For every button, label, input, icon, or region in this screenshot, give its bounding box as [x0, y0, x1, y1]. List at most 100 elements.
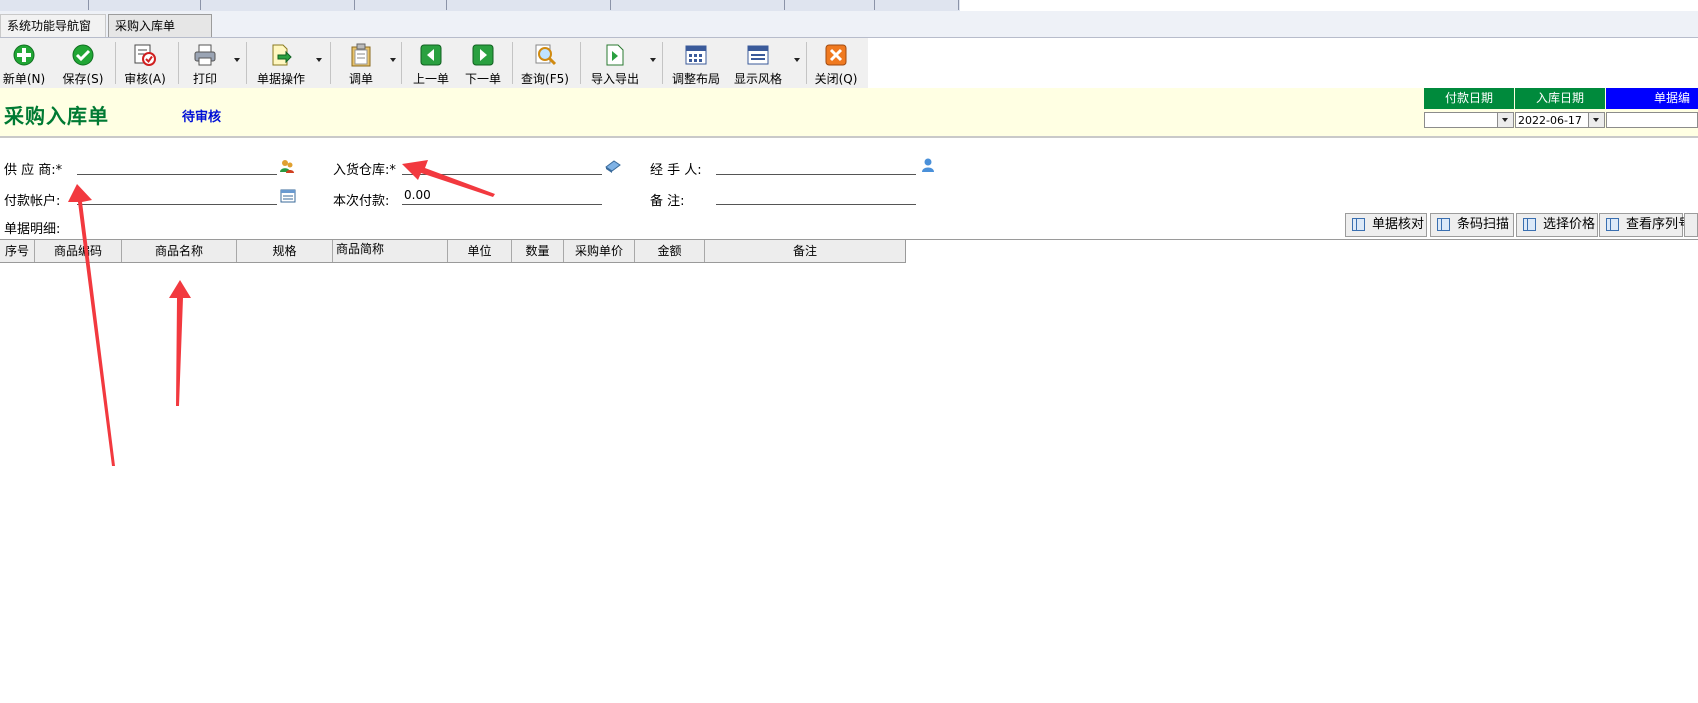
account-input[interactable] [77, 186, 277, 205]
receipt-date-value: 2022-06-17 [1518, 114, 1582, 127]
import-export-icon [606, 44, 624, 66]
column-header-quantity[interactable]: 数量 [512, 240, 564, 262]
printer-icon [194, 44, 216, 66]
next-button[interactable]: 下一单 [460, 40, 506, 86]
display-style-button[interactable]: 显示风格 [730, 40, 786, 86]
grid-icon [1352, 218, 1365, 231]
receipt-date-field[interactable]: 2022-06-17 [1515, 112, 1605, 128]
arrow-right-icon [472, 44, 494, 66]
account-picker-icon[interactable] [280, 188, 296, 204]
document-number-header: 单据编号 [1606, 88, 1698, 126]
required-mark: * [55, 163, 63, 178]
print-dropdown-icon[interactable] [234, 58, 240, 62]
adjust-layout-button[interactable]: 调整布局 [668, 40, 724, 86]
display-style-dropdown-icon[interactable] [794, 58, 800, 62]
query-button[interactable]: 查询(F5) [518, 40, 572, 86]
clipboard-icon [351, 43, 371, 67]
toolbar-separator [580, 42, 581, 84]
toolbar-separator [115, 42, 116, 84]
column-header-amount[interactable]: 金额 [635, 240, 705, 262]
column-header-index[interactable]: 序号 [0, 240, 35, 262]
receipt-date-dropdown-icon[interactable] [1588, 113, 1604, 127]
handler-input[interactable] [716, 156, 916, 175]
query-button-label: 查询(F5) [521, 72, 569, 86]
print-button-label: 打印 [192, 72, 217, 86]
save-button[interactable]: 保存(S) [58, 40, 108, 86]
next-button-label: 下一单 [464, 72, 501, 86]
close-x-icon [825, 44, 847, 66]
document-operations-button[interactable]: 单据操作 [252, 40, 310, 86]
adjust-layout-label: 调整布局 [671, 72, 720, 86]
previous-button[interactable]: 上一单 [408, 40, 454, 86]
new-button[interactable]: 新单(N) [0, 40, 48, 86]
annotation-arrow [68, 184, 115, 466]
supplier-picker-icon[interactable] [279, 158, 295, 174]
page-title: 采购入库单 [4, 104, 109, 128]
import-export-dropdown-icon[interactable] [650, 58, 656, 62]
payment-date-dropdown-icon[interactable] [1497, 113, 1513, 127]
payment-label: 本次付款: [333, 194, 390, 209]
check-circle-icon [72, 44, 94, 66]
barcode-scan-button[interactable]: 条码扫描 [1430, 213, 1514, 237]
column-header-spec[interactable]: 规格 [237, 240, 333, 262]
new-button-label: 新单(N) [2, 72, 46, 86]
warehouse-picker-icon[interactable] [605, 158, 621, 174]
display-style-label: 显示风格 [733, 72, 782, 86]
column-header-unit[interactable]: 单位 [448, 240, 512, 262]
document-check-button[interactable]: 单据核对 [1345, 213, 1427, 237]
payment-input[interactable] [402, 186, 602, 205]
top-strip-divider [874, 0, 875, 10]
payment-date-field[interactable] [1424, 112, 1514, 128]
payment-date-header: 付款日期 [1424, 88, 1514, 109]
toolbar: 新单(N) 保存(S) 审核(A) 打印 单据操作 调单 上一单 下一单 查询(… [0, 38, 868, 89]
annotation-arrow [169, 280, 191, 406]
select-price-label: 选择价格 [1543, 217, 1596, 232]
transfer-button-label: 调单 [348, 72, 373, 86]
column-header-remark[interactable]: 备注 [705, 240, 905, 262]
tab-navigation[interactable]: 系统功能导航窗 [0, 14, 106, 37]
approve-button[interactable]: 审核(A) [120, 40, 170, 86]
top-strip-divider [200, 0, 201, 10]
column-header-short-name[interactable]: 商品简称 [333, 240, 448, 262]
detail-label: 单据明细: [4, 222, 61, 237]
top-strip-divider [610, 0, 611, 10]
document-operations-dropdown-icon[interactable] [316, 58, 322, 62]
status-badge: 待审核 [182, 110, 222, 125]
warehouse-label: 入货仓库:* [333, 163, 396, 178]
warehouse-input[interactable] [402, 156, 602, 175]
grid-icon [1606, 218, 1619, 231]
handler-picker-icon[interactable] [920, 157, 936, 173]
view-serial-label: 查看序列号 [1626, 217, 1692, 232]
document-operations-label: 单据操作 [256, 72, 305, 86]
save-button-label: 保存(S) [62, 72, 104, 86]
transfer-button[interactable]: 调单 [340, 40, 382, 86]
column-header-unit-price[interactable]: 采购单价 [564, 240, 635, 262]
more-detail-button[interactable] [1684, 213, 1698, 237]
print-button[interactable]: 打印 [184, 40, 226, 86]
document-number-field[interactable] [1606, 112, 1698, 128]
toolbar-separator [806, 42, 807, 84]
receipt-date-header: 入库日期 [1515, 88, 1605, 109]
select-price-button[interactable]: 选择价格 [1516, 213, 1598, 237]
top-strip-divider [88, 0, 89, 10]
supplier-input[interactable] [77, 156, 277, 175]
column-header-product-code[interactable]: 商品编码 [35, 240, 122, 262]
top-strip-divider [354, 0, 355, 10]
remark-input[interactable] [716, 186, 916, 205]
column-header-product-name[interactable]: 商品名称 [122, 240, 237, 262]
close-button-label: 关闭(Q) [814, 72, 858, 86]
required-mark: * [389, 163, 396, 178]
toolbar-separator [246, 42, 247, 84]
import-export-button[interactable]: 导入导出 [586, 40, 644, 86]
handler-label: 经 手 人: [650, 163, 702, 178]
grid-icon [1437, 218, 1450, 231]
grid-header: 序号 商品编码 商品名称 规格 商品简称 单位 数量 采购单价 金额 备注 [0, 240, 906, 263]
toolbar-separator [401, 42, 402, 84]
close-button[interactable]: 关闭(Q) [812, 40, 860, 86]
tab-purchase-receipt[interactable]: 采购入库单 [108, 14, 212, 37]
view-serial-button[interactable]: 查看序列号 [1599, 213, 1691, 237]
barcode-scan-label: 条码扫描 [1457, 217, 1510, 232]
previous-button-label: 上一单 [412, 72, 449, 86]
transfer-dropdown-icon[interactable] [390, 58, 396, 62]
toolbar-separator [512, 42, 513, 84]
